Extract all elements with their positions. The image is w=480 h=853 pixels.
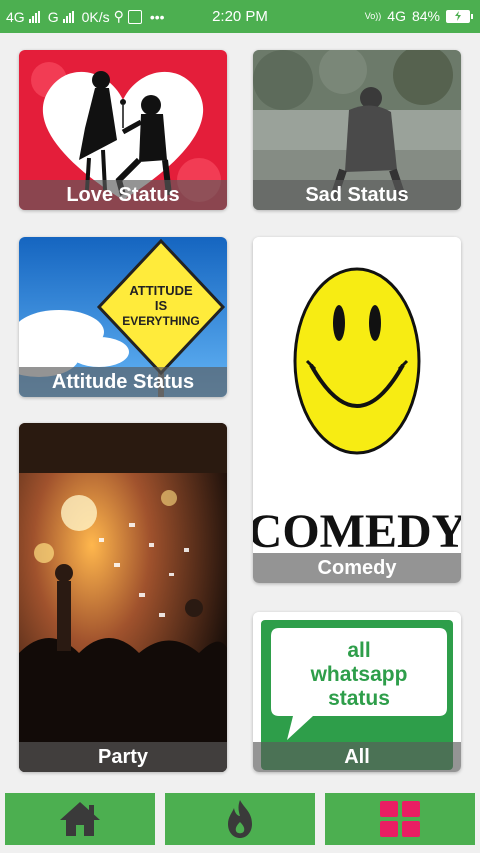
card-label: Comedy [253,553,461,583]
whatsapp-line-2: whatsapp [310,663,408,686]
whatsapp-line-3: status [328,687,390,710]
comedy-image: COMEDY [253,237,461,583]
volte-label: Vo)) [364,11,382,21]
card-party[interactable]: Party [19,423,227,772]
card-label: Love Status [19,180,227,210]
card-attitude-status[interactable]: ATTITUDE IS EVERYTHING Attitude Status [19,237,227,397]
battery-icon [446,9,473,23]
nav-home-button[interactable] [5,793,155,845]
grid-icon [380,801,420,837]
nav-categories-button[interactable] [325,793,475,845]
status-bar: 4G G 0K/s ⚲ ••• 2:20 PM Vo)) 4G 84% [0,0,480,33]
sign-line-2: IS [155,298,168,313]
clock: 2:20 PM [212,8,268,25]
card-label: All [253,742,461,772]
fire-icon [228,800,252,838]
whatsapp-line-1: all [347,639,370,662]
battery-percent: 84% [411,8,440,24]
card-label: Party [19,742,227,772]
party-image [19,423,227,772]
sign-line-1: ATTITUDE [129,283,193,298]
card-comedy[interactable]: COMEDY Comedy [253,237,461,583]
network-type-3: 4G [387,8,406,24]
card-sad-status[interactable]: Sad Status [253,50,461,210]
card-label: Sad Status [253,180,461,210]
nav-trending-button[interactable] [165,793,315,845]
home-icon [60,802,100,836]
card-label: Attitude Status [19,367,227,397]
card-all[interactable]: all whatsapp status All [253,612,461,772]
comedy-word: COMEDY [253,505,461,558]
sign-line-3: EVERYTHING [122,314,200,328]
card-love-status[interactable]: Love Status [19,50,227,210]
